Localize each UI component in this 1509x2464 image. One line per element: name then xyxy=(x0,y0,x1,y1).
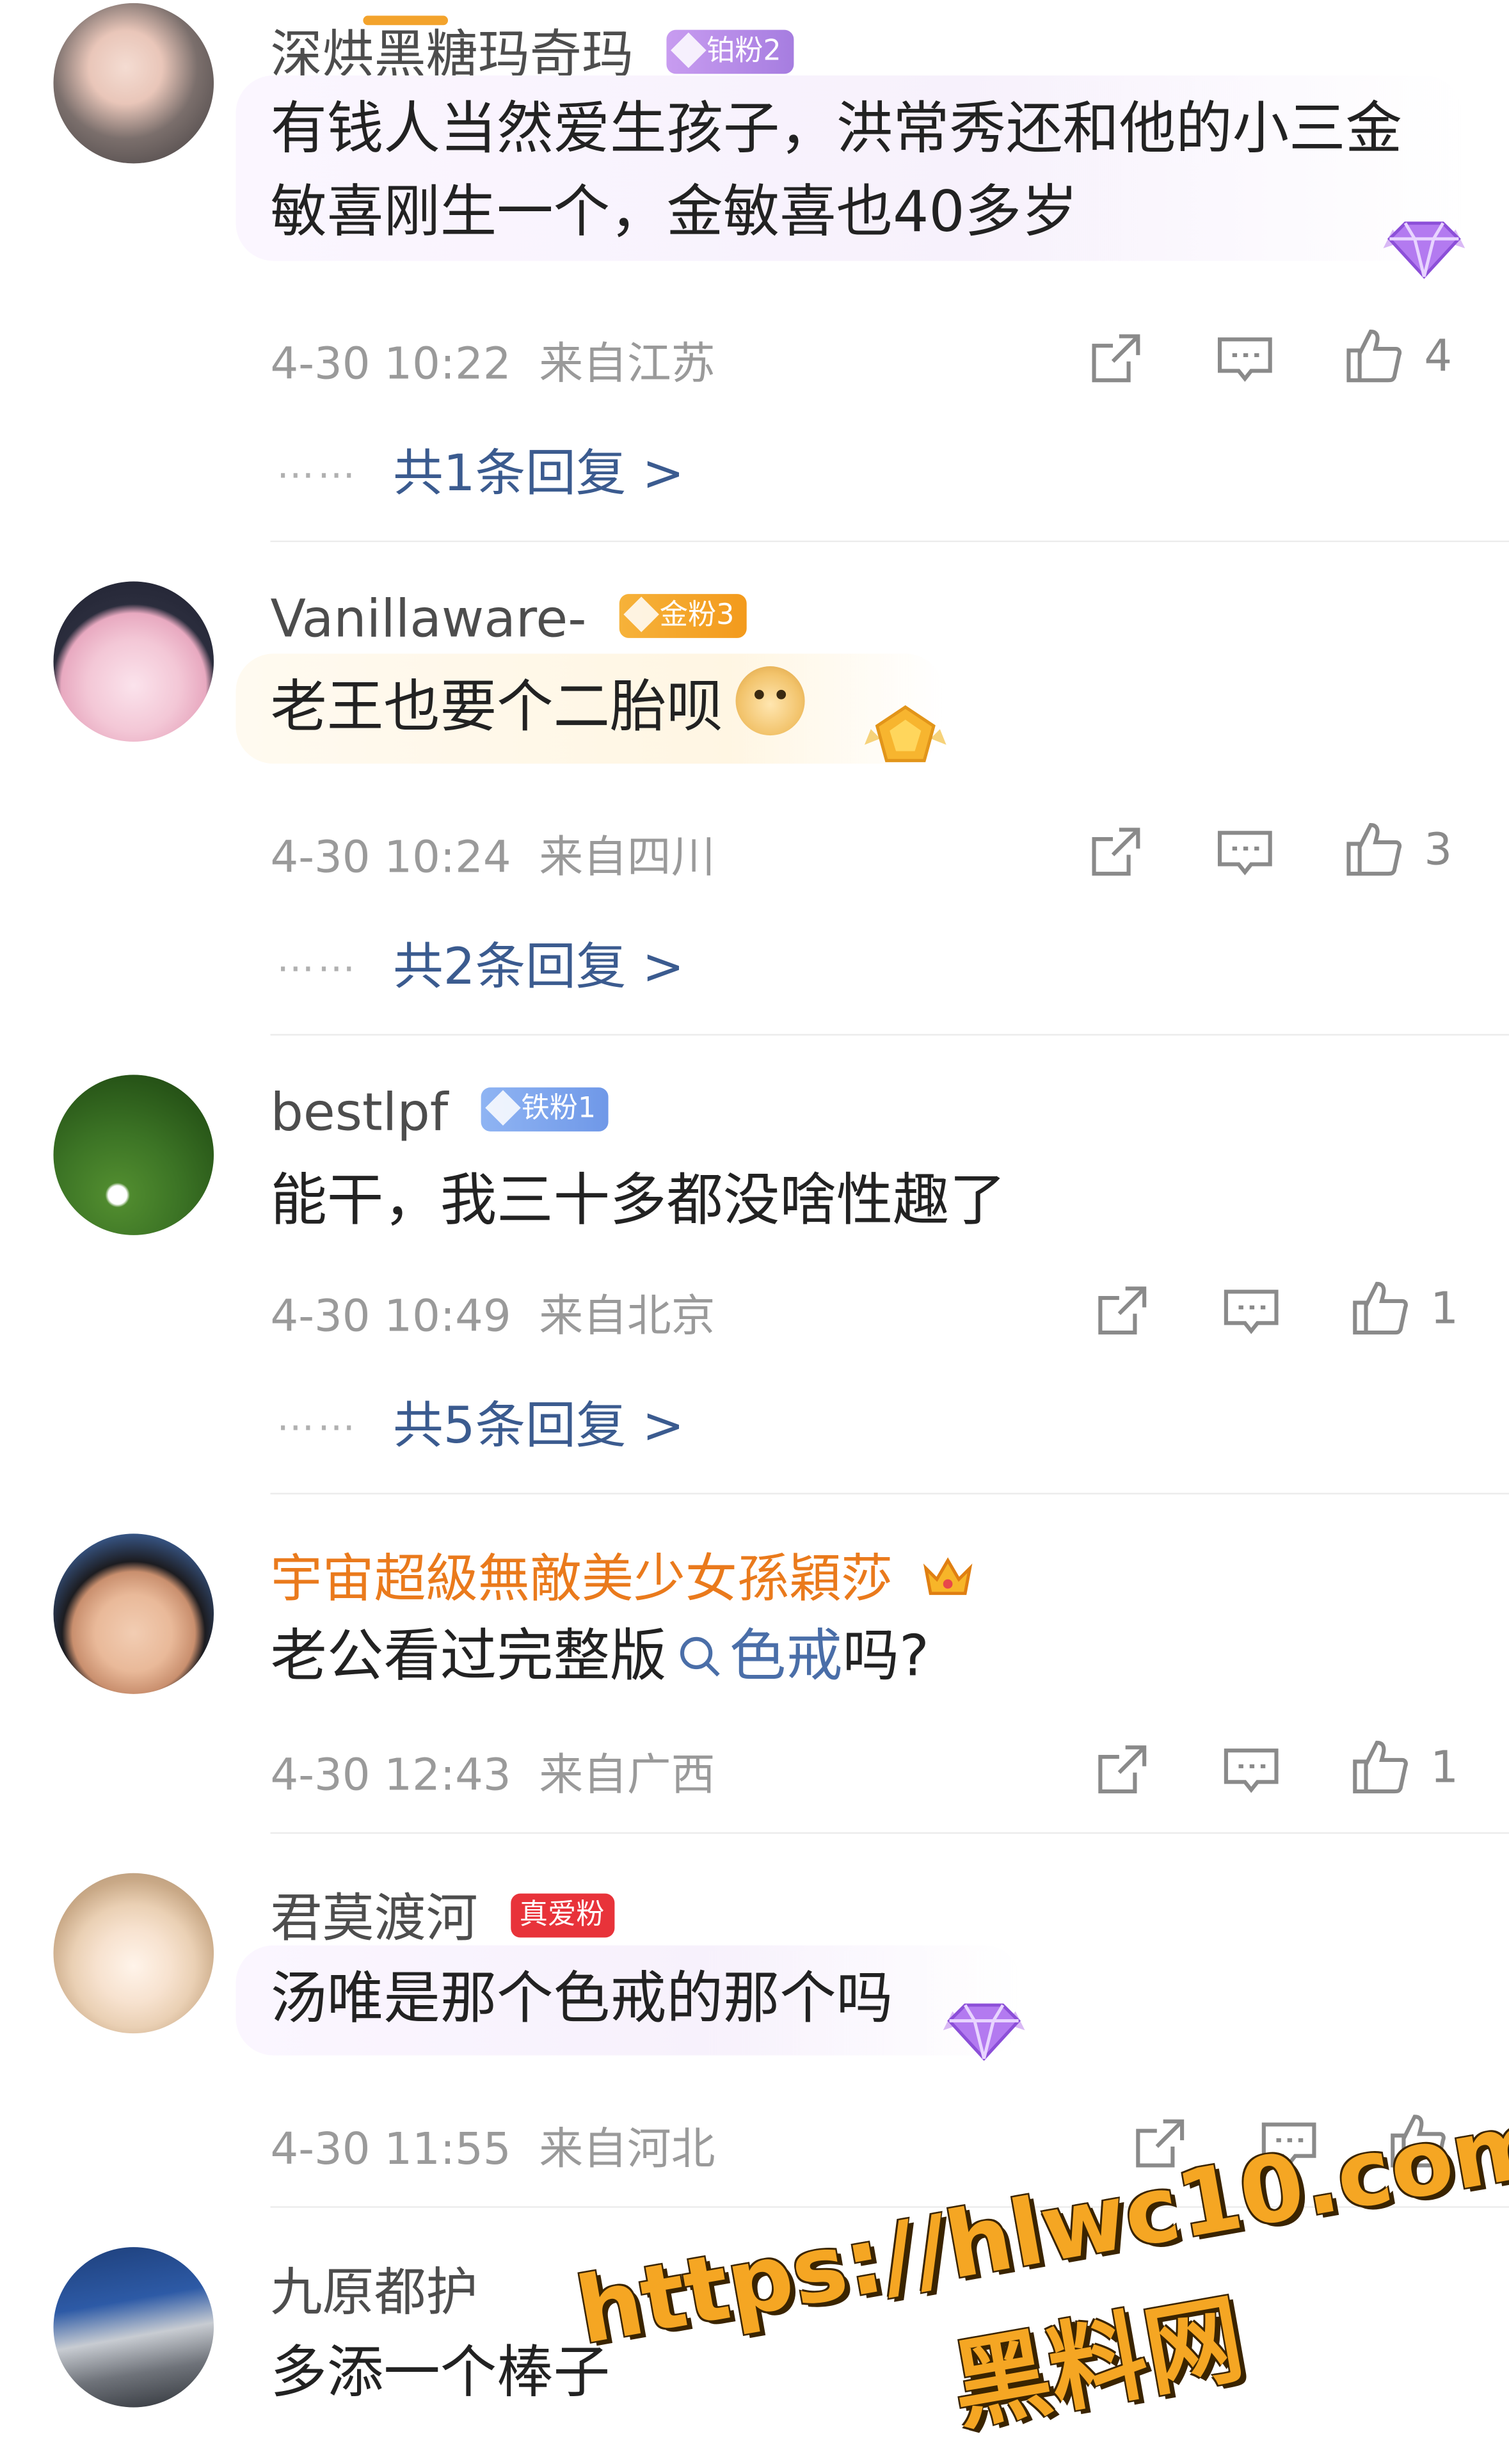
dots: …… xyxy=(276,936,359,981)
share-icon[interactable] xyxy=(1091,1279,1154,1342)
avatar[interactable] xyxy=(53,1533,214,1694)
divider xyxy=(270,1832,1509,1834)
comment-text: 能干，我三十多都没啥性趣了 xyxy=(270,1169,1007,1234)
comment-meta: 4-30 11:55 来自河北 xyxy=(270,2123,715,2175)
dots: …… xyxy=(276,443,359,488)
username[interactable]: 宇宙超級無敵美少女孫穎莎 xyxy=(270,1537,972,1612)
avatar[interactable] xyxy=(53,1873,214,2034)
fan-badge: 金粉3 xyxy=(618,593,747,637)
comment-meta: 4-30 10:22 来自江苏 xyxy=(270,337,715,390)
divider xyxy=(270,540,1509,543)
like-count: 1 xyxy=(1430,1282,1458,1334)
divider xyxy=(270,1034,1509,1036)
comment-text: 多添一个棒子 xyxy=(270,2341,611,2406)
gem-icon xyxy=(1383,221,1465,279)
replies-link[interactable]: 共1条回复 > xyxy=(393,434,684,506)
like-icon[interactable] xyxy=(1343,817,1405,880)
crown-icon xyxy=(922,1557,972,1596)
like-icon[interactable] xyxy=(1348,1276,1411,1339)
comment-meta: 4-30 12:43 来自广西 xyxy=(270,1748,715,1801)
comment-icon[interactable] xyxy=(1213,327,1276,390)
replies-link[interactable]: 共5条回复 > xyxy=(393,1386,684,1459)
username[interactable]: bestlpf 铁粉1 xyxy=(270,1081,609,1142)
avatar[interactable] xyxy=(53,3,214,164)
like-count: 1 xyxy=(1430,1741,1458,1793)
comment-text: 汤唯是那个色戒的那个吗 xyxy=(270,1967,893,2032)
share-icon[interactable] xyxy=(1085,820,1147,883)
badge-icon xyxy=(623,596,659,632)
like-icon[interactable] xyxy=(1348,1735,1411,1798)
username[interactable]: 九原都护 xyxy=(270,2250,477,2326)
fan-badge: 铁粉1 xyxy=(480,1086,609,1131)
topic-link[interactable]: 色戒 xyxy=(730,1625,843,1690)
like-icon[interactable] xyxy=(1343,324,1405,387)
divider xyxy=(270,1492,1509,1494)
share-icon[interactable] xyxy=(1091,1738,1154,1801)
dots: …… xyxy=(276,1395,359,1440)
share-icon[interactable] xyxy=(1085,327,1147,390)
gem-icon xyxy=(864,705,946,762)
gem-icon xyxy=(943,2003,1025,2061)
search-icon xyxy=(680,1636,720,1677)
avatar[interactable] xyxy=(53,581,214,742)
comment-text: 老公看过完整版 色戒吗? xyxy=(270,1624,929,1690)
comment-icon[interactable] xyxy=(1220,1738,1282,1801)
comment-icon[interactable] xyxy=(1220,1279,1282,1342)
username[interactable]: 君莫渡河 真爱粉 xyxy=(270,1876,614,1952)
doge-emoji-icon xyxy=(735,666,805,736)
comment-meta: 4-30 10:24 来自四川 xyxy=(270,831,715,883)
replies-link[interactable]: 共2条回复 > xyxy=(393,927,684,1000)
avatar[interactable] xyxy=(53,1075,214,1235)
badge-icon xyxy=(669,31,706,68)
comment-text: 老王也要个二胎呗 xyxy=(270,666,805,749)
like-count: 4 xyxy=(1424,330,1453,382)
like-count: 3 xyxy=(1424,823,1453,876)
avatar[interactable] xyxy=(53,2247,214,2408)
username[interactable]: Vanillaware- 金粉3 xyxy=(270,588,747,649)
fan-badge: 真爱粉 xyxy=(510,1892,614,1937)
fan-badge: 铂粉2 xyxy=(666,29,794,74)
comment-meta: 4-30 10:49 来自北京 xyxy=(270,1290,715,1342)
comment-text: 有钱人当然爱生孩子，洪常秀还和他的小三金 敏喜刚生一个，金敏喜也40多岁 xyxy=(270,97,1403,246)
badge-icon xyxy=(484,1089,520,1125)
comment-icon[interactable] xyxy=(1213,820,1276,883)
